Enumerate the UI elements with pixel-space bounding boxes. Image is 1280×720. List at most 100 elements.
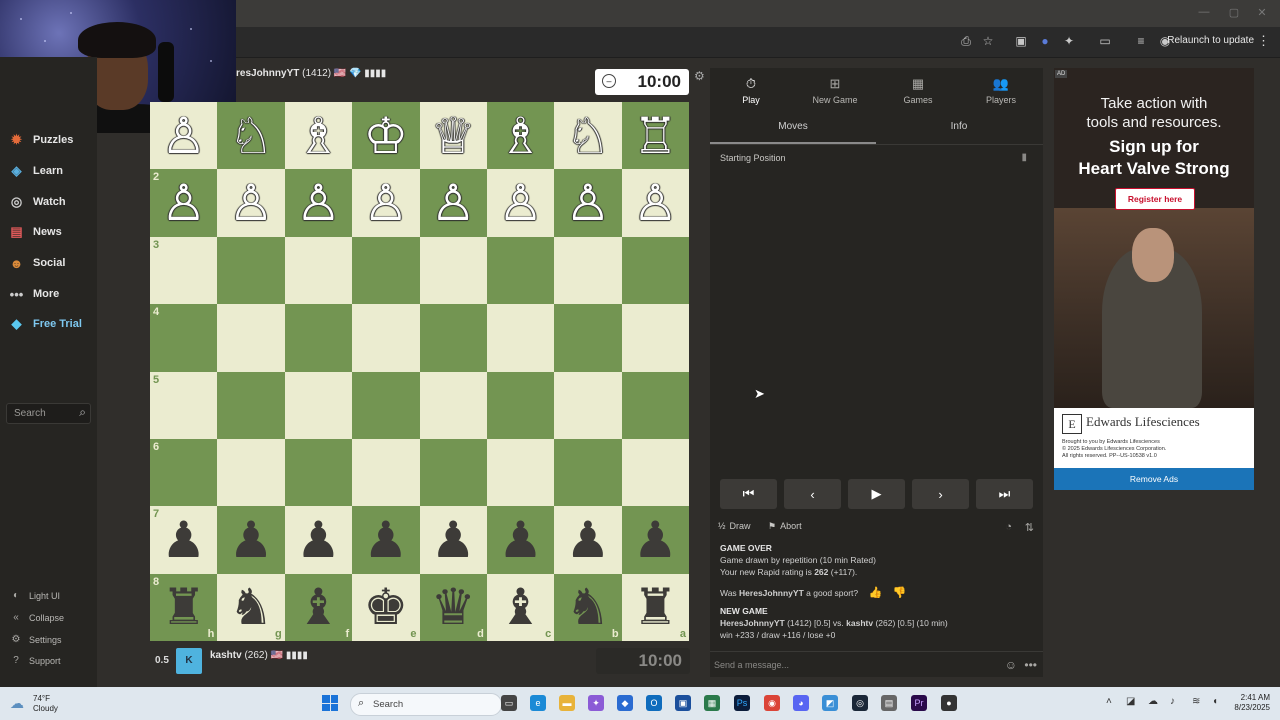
sidebar-item-news[interactable]: ▤ News [8, 221, 61, 243]
white-piece[interactable]: ♘ [566, 111, 611, 161]
outlook-icon[interactable]: O [646, 695, 662, 711]
board-square[interactable]: 6 [150, 438, 218, 507]
black-piece[interactable]: ♟ [633, 515, 678, 565]
app-icon[interactable]: ▣ [675, 695, 691, 711]
black-piece[interactable]: ♟ [161, 515, 206, 565]
board-square[interactable]: ♟ [284, 506, 353, 574]
board-settings-gear-icon[interactable]: ⚙ [694, 69, 705, 83]
next-move-button[interactable]: › [912, 479, 969, 509]
last-move-button[interactable]: ⏭ [976, 479, 1033, 509]
board-square[interactable]: 3 [150, 236, 218, 305]
first-move-button[interactable]: ⏮ [720, 479, 777, 509]
board-square[interactable] [621, 304, 689, 372]
tab-info[interactable]: Info [876, 121, 1042, 132]
white-piece[interactable]: ♙ [296, 178, 341, 228]
install-icon[interactable]: ⎙ [958, 33, 974, 49]
draw-button[interactable]: ½ Draw [718, 521, 751, 531]
previous-move-button[interactable]: ‹ [784, 479, 841, 509]
white-piece[interactable]: ♗ [498, 111, 543, 161]
board-square[interactable] [284, 438, 353, 507]
settings-button[interactable]: ⚙ Settings [10, 634, 62, 645]
wifi-icon[interactable]: ≋ [1192, 696, 1200, 707]
top-player-name[interactable]: resJohnnyYT [236, 68, 299, 79]
board-square[interactable]: ♙ [352, 169, 420, 237]
board-square[interactable]: 2 ♙ [150, 169, 218, 237]
white-piece[interactable]: ♙ [229, 178, 274, 228]
board-square[interactable]: ♘ [554, 102, 622, 170]
board-square[interactable] [419, 304, 487, 372]
board-square[interactable] [486, 304, 555, 372]
white-piece[interactable]: ♙ [161, 178, 206, 228]
chess-board[interactable]: ♙ ♘ ♗ ♔ ♕ ♗ ♘ ♖ 2 ♙ ♙ ♙ ♙ ♙ ♙ ♙ ♙ 3 4 5 6 7 ♟ ♟ ♟ ♟ ♟ ♟ ♟ ♟ 8 h ♜ g ♞ f ♝ e ♚ d… [150, 102, 689, 641]
tray-app-icon[interactable]: ◪ [1126, 696, 1135, 707]
flip-board-icon[interactable]: ⇅ [1025, 521, 1034, 534]
sidebar-item-free-trial[interactable]: ◆ Free Trial [8, 313, 82, 335]
volume-icon[interactable]: ◖ [1212, 696, 1218, 707]
emoji-icon[interactable]: ☺ [1005, 658, 1017, 672]
edge-icon[interactable]: e [530, 695, 546, 711]
board-square[interactable] [486, 371, 555, 439]
board-square[interactable]: a ♜ [621, 573, 689, 641]
sidebar-item-more[interactable]: ••• More [8, 283, 60, 305]
board-square[interactable] [554, 236, 622, 305]
black-piece[interactable]: ♚ [363, 582, 408, 632]
white-piece[interactable]: ♙ [161, 111, 206, 161]
board-square[interactable] [621, 438, 689, 507]
board-square[interactable]: ♙ [217, 169, 285, 237]
board-square[interactable] [621, 236, 689, 305]
puzzle-extensions-icon[interactable]: ✦ [1061, 33, 1077, 49]
tray-cloud-icon[interactable]: ☁ [1148, 696, 1158, 707]
board-square[interactable] [486, 438, 555, 507]
tab-new-game[interactable]: ⊞ New Game [800, 76, 870, 105]
board-square[interactable]: ♗ [284, 102, 353, 170]
clock-date[interactable]: 2:41 AM 8/23/2025 [1234, 693, 1270, 713]
board-square[interactable]: ♟ [217, 506, 285, 574]
black-piece[interactable]: ♟ [566, 515, 611, 565]
white-piece[interactable]: ♙ [431, 178, 476, 228]
remove-ads-button[interactable]: Remove Ads [1054, 468, 1254, 490]
black-piece[interactable]: ♟ [229, 515, 274, 565]
white-piece[interactable]: ♙ [498, 178, 543, 228]
split-view-icon[interactable]: ▭ [1097, 33, 1113, 49]
taskbar-search-input[interactable]: ⌕ Search [350, 693, 502, 716]
board-square[interactable]: ♕ [419, 102, 487, 170]
app-icon[interactable]: ▤ [881, 695, 897, 711]
abort-button[interactable]: ⚑ Abort [768, 521, 802, 532]
light-ui-toggle[interactable]: ◐ Light UI [10, 590, 60, 601]
black-piece[interactable]: ♟ [498, 515, 543, 565]
extension-icon[interactable]: ● [1037, 33, 1053, 49]
microphone-icon[interactable]: ♪ [1170, 696, 1175, 707]
board-square[interactable] [217, 371, 285, 439]
board-square[interactable]: ♗ [486, 102, 555, 170]
board-square[interactable] [352, 304, 420, 372]
board-square[interactable]: ♙ [621, 169, 689, 237]
board-square[interactable]: f ♝ [284, 573, 353, 641]
bottom-player-name[interactable]: kashtv [210, 650, 242, 661]
board-square[interactable] [352, 236, 420, 305]
white-piece[interactable]: ♔ [363, 111, 408, 161]
maximize-icon[interactable]: ▢ [1224, 6, 1244, 19]
steam-icon[interactable]: ◎ [852, 695, 868, 711]
chat-message-input[interactable]: Send a message... ☺ ••• [710, 651, 1043, 678]
board-square[interactable] [284, 236, 353, 305]
collapse-button[interactable]: « Collapse [10, 612, 64, 623]
tab-players[interactable]: 👥 Players [966, 76, 1036, 105]
black-piece[interactable]: ♟ [431, 515, 476, 565]
white-piece[interactable]: ♕ [431, 111, 476, 161]
windows-start-icon[interactable] [322, 695, 338, 711]
task-view-icon[interactable]: ▭ [501, 695, 517, 711]
black-piece[interactable]: ♜ [161, 582, 206, 632]
board-square[interactable] [217, 438, 285, 507]
tab-moves[interactable]: Moves [710, 121, 876, 132]
board-square[interactable] [419, 438, 487, 507]
board-square[interactable] [554, 371, 622, 439]
board-square[interactable]: ♔ [352, 102, 420, 170]
board-square[interactable]: ♙ [150, 102, 218, 170]
dropbox-icon[interactable]: ◆ [617, 695, 633, 711]
board-square[interactable] [554, 438, 622, 507]
sidebar-item-puzzles[interactable]: ✹ Puzzles [8, 129, 73, 151]
board-square[interactable]: ♟ [554, 506, 622, 574]
media-icon[interactable]: ≡ [1133, 33, 1149, 49]
board-square[interactable] [419, 236, 487, 305]
tab-games[interactable]: ▦ Games [883, 76, 953, 105]
